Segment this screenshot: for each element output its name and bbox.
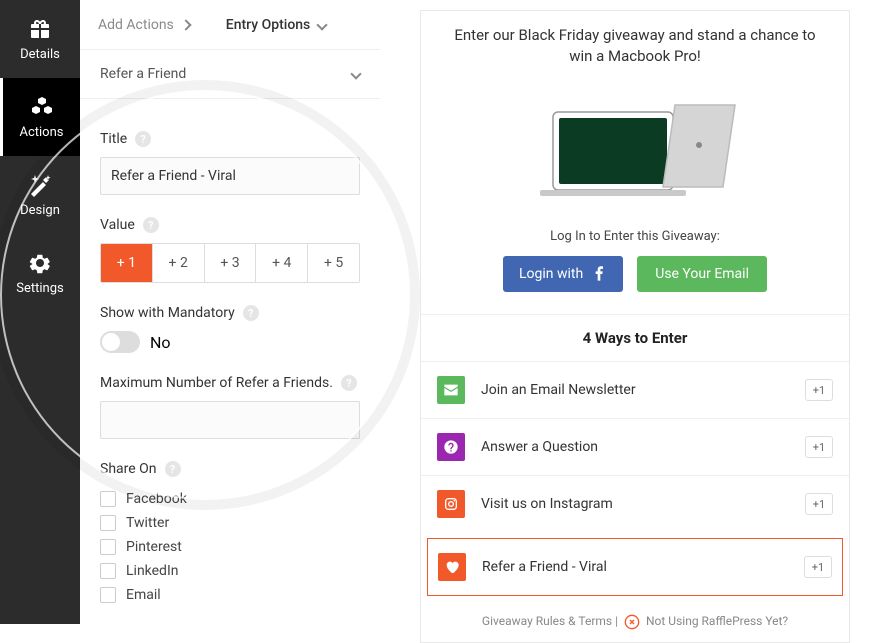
label-value: Value?: [100, 217, 360, 233]
value-btn-2[interactable]: + 2: [153, 244, 205, 282]
way-question[interactable]: Answer a Question +1: [421, 418, 849, 475]
share-facebook[interactable]: Facebook: [100, 487, 360, 511]
label-title: Title?: [100, 131, 360, 147]
sidebar-item-settings[interactable]: Settings: [0, 234, 80, 312]
value-btn-1[interactable]: + 1: [101, 244, 153, 282]
title-input[interactable]: [100, 157, 360, 195]
mandatory-value: No: [150, 333, 171, 352]
max-input[interactable]: [100, 401, 360, 439]
question-icon: [437, 433, 465, 461]
value-btn-5[interactable]: + 5: [308, 244, 359, 282]
ways-header: 4 Ways to Enter: [421, 314, 849, 361]
tab-entry-options[interactable]: Entry Options: [208, 0, 344, 49]
entry-badge: +1: [804, 556, 832, 578]
prize-image: [421, 77, 849, 215]
help-icon[interactable]: ?: [341, 375, 357, 391]
entry-badge: +1: [805, 493, 833, 515]
chevron-down-icon: [350, 68, 361, 79]
sidebar-item-label: Actions: [19, 125, 63, 140]
promo-link[interactable]: Not Using RafflePress Yet?: [646, 614, 788, 628]
share-linkedin[interactable]: LinkedIn: [100, 559, 360, 583]
sidebar-item-label: Design: [20, 203, 60, 218]
value-selector: + 1 + 2 + 3 + 4 + 5: [100, 243, 360, 283]
macbook-icon: [525, 87, 745, 207]
help-icon[interactable]: ?: [135, 131, 151, 147]
instagram-icon: [437, 490, 465, 518]
entry-badge: +1: [805, 436, 833, 458]
sidebar-item-label: Details: [20, 47, 60, 62]
value-btn-3[interactable]: + 3: [205, 244, 257, 282]
collapse-refer-friend[interactable]: Refer a Friend: [80, 50, 380, 99]
sidebar: Details Actions Design Settings: [0, 0, 80, 624]
cubes-icon: [30, 95, 54, 119]
way-instagram[interactable]: Visit us on Instagram +1: [421, 475, 849, 532]
login-facebook-button[interactable]: Login with: [503, 256, 623, 292]
giveaway-headline: Enter our Black Friday giveaway and stan…: [421, 11, 849, 77]
tab-add-actions[interactable]: Add Actions: [80, 0, 208, 49]
options-panel: Add Actions Entry Options Refer a Friend…: [80, 0, 380, 624]
facebook-icon: [591, 266, 607, 282]
share-email[interactable]: Email: [100, 583, 360, 607]
value-btn-4[interactable]: + 4: [256, 244, 308, 282]
label-max: Maximum Number of Refer a Friends.?: [100, 375, 360, 391]
mandatory-toggle[interactable]: [100, 331, 140, 353]
help-icon[interactable]: ?: [243, 305, 259, 321]
way-refer-friend[interactable]: Refer a Friend - Viral +1: [427, 538, 843, 596]
label-show-mandatory: Show with Mandatory?: [100, 305, 360, 321]
preview-footer: Giveaway Rules & Terms | Not Using Raffl…: [421, 602, 849, 642]
sidebar-item-actions[interactable]: Actions: [0, 78, 80, 156]
rules-link[interactable]: Giveaway Rules & Terms: [482, 614, 612, 628]
wand-icon: [28, 173, 52, 197]
chevron-down-icon: [317, 19, 328, 30]
entry-badge: +1: [805, 379, 833, 401]
way-newsletter[interactable]: Join an Email Newsletter +1: [421, 361, 849, 418]
label-share-on: Share On?: [100, 461, 360, 477]
sidebar-item-label: Settings: [16, 281, 63, 296]
help-icon[interactable]: ?: [143, 217, 159, 233]
login-prompt: Log In to Enter this Giveaway:: [421, 229, 849, 244]
sidebar-item-design[interactable]: Design: [0, 156, 80, 234]
sidebar-item-details[interactable]: Details: [0, 0, 80, 78]
share-twitter[interactable]: Twitter: [100, 511, 360, 535]
chevron-right-icon: [180, 19, 191, 30]
gear-icon: [28, 251, 52, 275]
share-on-list: Facebook Twitter Pinterest LinkedIn Emai…: [100, 487, 360, 607]
help-icon[interactable]: ?: [165, 461, 181, 477]
rafflepress-logo-icon: [624, 614, 640, 630]
preview-panel: Enter our Black Friday giveaway and stan…: [410, 0, 860, 624]
share-pinterest[interactable]: Pinterest: [100, 535, 360, 559]
heart-icon: [438, 553, 466, 581]
use-email-button[interactable]: Use Your Email: [637, 256, 767, 292]
envelope-icon: [437, 376, 465, 404]
gift-icon: [28, 17, 52, 41]
